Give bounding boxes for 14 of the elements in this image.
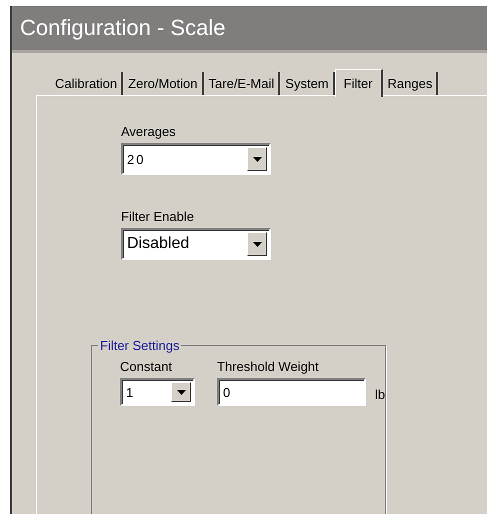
field-label: Averages (121, 124, 177, 139)
tab[interactable]: Filter (334, 69, 383, 97)
filter-enable-dropdown[interactable]: Disabled (121, 228, 271, 260)
tab[interactable]: Tare/E-Mail (204, 72, 280, 95)
tab[interactable]: Ranges (382, 72, 438, 95)
field-label: Constant (120, 359, 174, 374)
field-label: Filter Enable (121, 209, 195, 224)
field-label: Threshold Weight (217, 359, 320, 374)
window-title: Configuration - Scale (20, 15, 226, 41)
unit-label: lb (375, 387, 386, 402)
group-title: Filter Settings (99, 338, 180, 353)
averages-dropdown[interactable]: 20 (121, 143, 271, 175)
threshold-weight-field[interactable]: 0 (217, 378, 366, 406)
constant-dropdown[interactable]: 1 (120, 378, 195, 406)
